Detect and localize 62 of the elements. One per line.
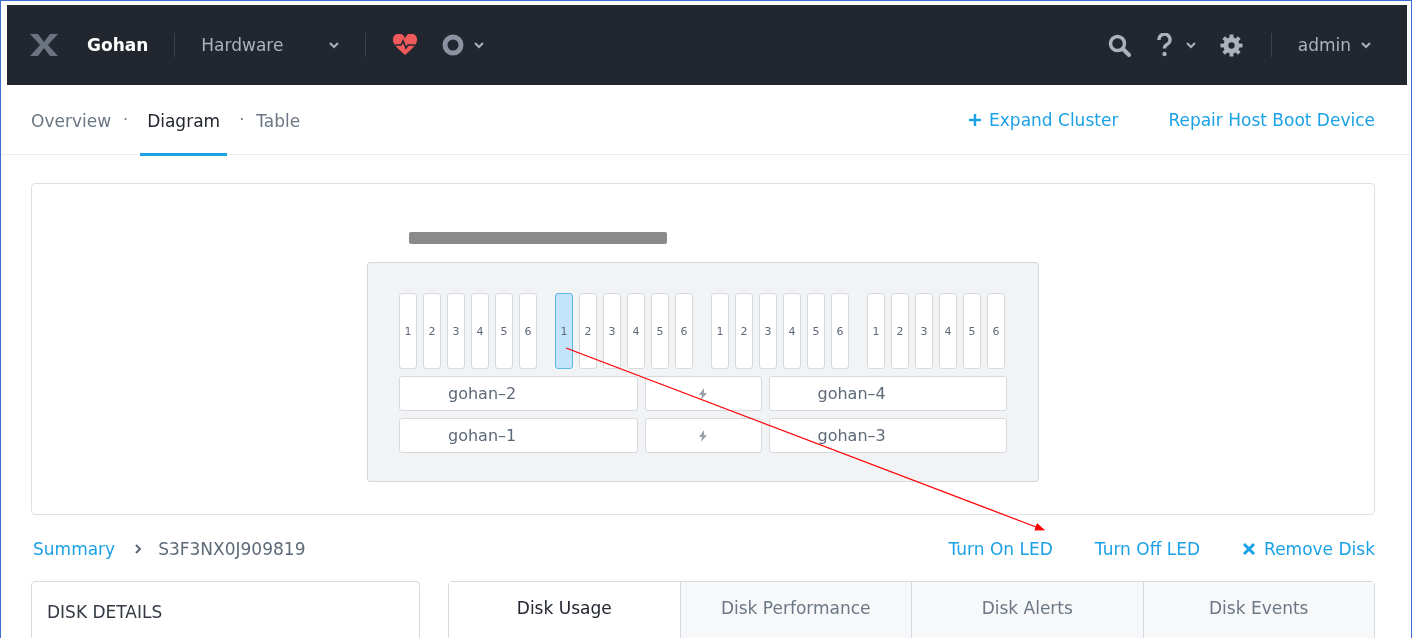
cluster-name[interactable]: Gohan <box>87 35 149 55</box>
chevron-icon <box>135 544 143 554</box>
disk-slot[interactable]: 5 <box>963 293 981 369</box>
disk-slot[interactable]: 3 <box>447 293 465 369</box>
disk-slot[interactable]: 4 <box>783 293 801 369</box>
disk-tab[interactable]: Disk Alerts <box>911 582 1143 638</box>
disk-slot[interactable]: 5 <box>651 293 669 369</box>
remove-disk-link[interactable]: Remove Disk <box>1242 539 1375 559</box>
caret-icon[interactable] <box>329 41 340 49</box>
plus-icon <box>969 113 982 126</box>
disk-slot[interactable]: 5 <box>495 293 513 369</box>
expand-cluster-link[interactable]: Expand Cluster <box>969 109 1119 130</box>
section-dropdown[interactable]: Hardware <box>201 35 330 55</box>
separator-dot: · <box>123 110 129 129</box>
disk-slot[interactable]: 3 <box>603 293 621 369</box>
turn-off-led-link[interactable]: Turn Off LED <box>1094 539 1201 559</box>
disk-slot[interactable]: 4 <box>627 293 645 369</box>
node-block[interactable]: gohan–3 <box>768 418 1007 453</box>
disk-slot[interactable]: 4 <box>939 293 957 369</box>
bolt-icon <box>699 429 707 442</box>
caret-icon[interactable] <box>474 41 485 49</box>
disk-tab[interactable]: Disk Events <box>1142 582 1374 638</box>
disk-slot[interactable]: 4 <box>471 293 489 369</box>
disk-slot[interactable]: 2 <box>579 293 597 369</box>
disk-slot[interactable]: 5 <box>807 293 825 369</box>
disk-slot[interactable]: 2 <box>735 293 753 369</box>
disk-slot[interactable]: 1 <box>867 293 885 369</box>
disk-slot[interactable]: 6 <box>831 293 849 369</box>
disk-slot[interactable]: 3 <box>915 293 933 369</box>
node-block[interactable]: gohan–2 <box>399 376 638 411</box>
disk-slot[interactable]: 1 <box>555 293 573 369</box>
panel-title: DISK DETAILS <box>47 602 163 622</box>
view-tab[interactable]: Table <box>256 86 301 156</box>
logo-icon[interactable] <box>29 33 59 57</box>
help-icon[interactable] <box>1156 33 1172 57</box>
disk-slot[interactable]: 2 <box>423 293 441 369</box>
search-icon[interactable] <box>1107 33 1131 57</box>
disk-slot[interactable]: 6 <box>519 293 537 369</box>
ring-icon[interactable] <box>442 34 465 56</box>
caret-icon[interactable] <box>1361 41 1371 49</box>
close-icon <box>1242 542 1257 556</box>
disk-serial: S3F3NX0J909819 <box>158 539 306 559</box>
user-menu[interactable]: admin <box>1297 35 1351 55</box>
view-tab[interactable]: Diagram <box>140 86 228 156</box>
bolt-icon <box>699 387 707 400</box>
disk-slot[interactable]: 1 <box>711 293 729 369</box>
separator-dot: · <box>239 110 245 129</box>
disk-slot[interactable]: 6 <box>987 293 1005 369</box>
summary-link[interactable]: Summary <box>33 539 116 559</box>
disk-slot[interactable]: 6 <box>675 293 693 369</box>
settings-icon[interactable] <box>1219 33 1243 57</box>
turn-on-led-link[interactable]: Turn On LED <box>948 539 1053 559</box>
disk-slot[interactable]: 3 <box>759 293 777 369</box>
view-tab[interactable]: Overview <box>31 86 112 156</box>
heart-icon[interactable] <box>392 34 419 56</box>
disk-slot[interactable]: 2 <box>891 293 909 369</box>
caret-icon[interactable] <box>1185 41 1196 49</box>
disk-tab[interactable]: Disk Performance <box>679 582 911 638</box>
disk-slot[interactable]: 1 <box>399 293 417 369</box>
repair-boot-device-link[interactable]: Repair Host Boot Device <box>1168 109 1375 130</box>
node-block[interactable]: gohan–4 <box>768 376 1007 411</box>
node-block[interactable]: gohan–1 <box>399 418 638 453</box>
